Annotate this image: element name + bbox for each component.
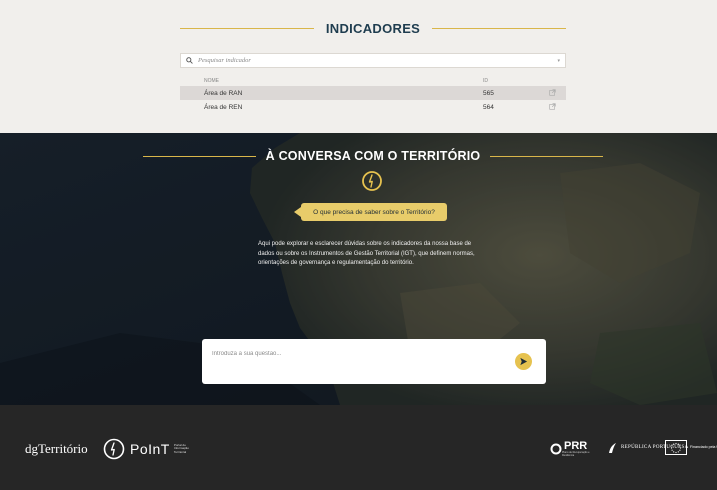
indicator-search[interactable]: ▾ bbox=[180, 53, 566, 68]
divider-line-left bbox=[143, 155, 256, 157]
table-row[interactable]: Área de RAN 565 bbox=[180, 86, 566, 100]
external-link-icon[interactable] bbox=[549, 103, 556, 112]
prr-logo[interactable]: PRR Plano de Recuperação e Resiliência bbox=[550, 441, 592, 457]
divider-line-left bbox=[180, 27, 314, 29]
prr-logo-text: PRR bbox=[564, 440, 588, 452]
prr-logo-icon bbox=[550, 443, 562, 455]
point-logo-text: PoInT bbox=[130, 441, 170, 457]
column-header-id: ID bbox=[483, 78, 488, 84]
external-link-icon[interactable] bbox=[549, 89, 556, 98]
eu-funding-logo[interactable]: Financiado pela União Europeia NextGener… bbox=[665, 440, 717, 455]
point-subtitle: Portal de Informação Territorial bbox=[173, 442, 189, 454]
column-header-name: NOME bbox=[204, 78, 219, 84]
search-icon bbox=[186, 57, 193, 64]
send-button[interactable] bbox=[515, 353, 532, 370]
conversa-section: À CONVERSA COM O TERRITÓRIO O que precis… bbox=[0, 133, 717, 405]
row-name: Área de RAN bbox=[204, 90, 243, 97]
lightbulb-icon bbox=[362, 171, 382, 191]
conversa-title: À CONVERSA COM O TERRITÓRIO bbox=[265, 149, 481, 163]
footer: dgTerritório PoInT Portal de Informação … bbox=[0, 405, 717, 490]
eu-flag-icon bbox=[665, 440, 687, 455]
prompt-bubble: O que precisa de saber sobre o Territóri… bbox=[294, 203, 447, 221]
prr-subtitle: Plano de Recuperação e Resiliência bbox=[562, 451, 590, 457]
point-logo-icon bbox=[103, 438, 125, 460]
republica-emblem-icon bbox=[609, 443, 616, 453]
row-name: Área de REN bbox=[204, 104, 243, 111]
row-id: 565 bbox=[483, 90, 494, 97]
send-arrow-icon bbox=[520, 357, 528, 366]
indicators-section: INDICADORES ▾ NOME ID Área de RAN 565 Ár… bbox=[0, 0, 717, 133]
dgterritorio-logo[interactable]: dgTerritório bbox=[25, 438, 88, 460]
question-input[interactable] bbox=[212, 348, 502, 360]
row-id: 564 bbox=[483, 104, 494, 111]
point-logo[interactable]: PoInT Portal de Informação Territorial bbox=[103, 437, 190, 461]
chevron-down-icon[interactable]: ▾ bbox=[557, 58, 560, 64]
divider-line-right bbox=[432, 27, 566, 29]
dgterritorio-logo-text: dgTerritório bbox=[25, 441, 88, 456]
table-header: NOME ID bbox=[180, 76, 566, 86]
question-box[interactable] bbox=[202, 339, 546, 384]
divider-line-right bbox=[490, 155, 604, 157]
indicators-header: INDICADORES bbox=[180, 18, 566, 38]
conversa-description: Aqui pode explorar e esclarecer dúvidas … bbox=[258, 241, 475, 266]
conversa-header: À CONVERSA COM O TERRITÓRIO bbox=[143, 146, 604, 166]
indicators-title: INDICADORES bbox=[325, 20, 421, 36]
table-row[interactable]: Área de REN 564 bbox=[180, 100, 566, 114]
eu-funding-text: Financiado pela União Europeia NextGener… bbox=[690, 445, 717, 450]
search-input[interactable] bbox=[193, 54, 558, 67]
